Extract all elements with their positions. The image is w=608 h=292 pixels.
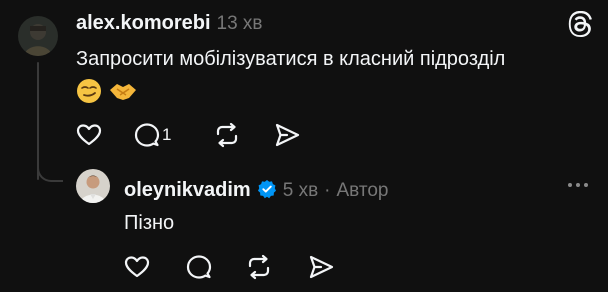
like-button[interactable]: [76, 123, 134, 147]
share-button[interactable]: [274, 122, 300, 148]
reply-repost-button[interactable]: [246, 254, 308, 280]
handshake-icon: [110, 84, 136, 100]
author-label: Автор: [336, 180, 389, 201]
smirking-face-icon: [77, 79, 101, 103]
thread-connector: [37, 164, 63, 182]
verified-badge-icon: [257, 180, 276, 199]
thread-line: [37, 62, 39, 180]
comment-button[interactable]: 1: [134, 122, 214, 148]
more-options-icon[interactable]: [568, 183, 588, 187]
comment-icon: [134, 123, 160, 147]
post-header: alex.komorebi 13 хв: [76, 12, 263, 35]
repost-button[interactable]: [214, 122, 274, 148]
repost-icon: [216, 122, 238, 148]
post-text: Запросити мобілізуватися в класний підро…: [76, 48, 506, 70]
reply-actions: [124, 254, 334, 280]
reply-count: 1: [162, 125, 172, 144]
reply-comment-button[interactable]: [186, 254, 246, 280]
comment-icon: [186, 255, 212, 279]
thread-view: alex.komorebi 13 хв Запросити мобілізува…: [0, 0, 608, 292]
threads-logo-icon[interactable]: [568, 10, 592, 42]
post-emojis: [76, 78, 138, 104]
post-timestamp: 13 хв: [216, 13, 263, 34]
reply-like-button[interactable]: [124, 255, 186, 279]
send-icon: [309, 255, 334, 279]
reply-username[interactable]: oleynikvadim: [124, 179, 251, 202]
avatar[interactable]: [18, 16, 58, 56]
heart-icon: [124, 256, 150, 278]
reply-share-button[interactable]: [308, 254, 334, 280]
reply-avatar[interactable]: [76, 169, 110, 203]
reply-timestamp: 5 хв: [282, 180, 319, 201]
reply-text: Пізно: [124, 212, 175, 234]
send-icon: [275, 123, 300, 147]
post-username[interactable]: alex.komorebi: [76, 12, 211, 35]
reply-header: oleynikvadim 5 хв · Автор: [124, 176, 388, 202]
heart-icon: [76, 124, 102, 146]
separator-dot: ·: [324, 180, 331, 201]
repost-icon: [248, 254, 270, 280]
post-actions: 1: [76, 122, 300, 148]
